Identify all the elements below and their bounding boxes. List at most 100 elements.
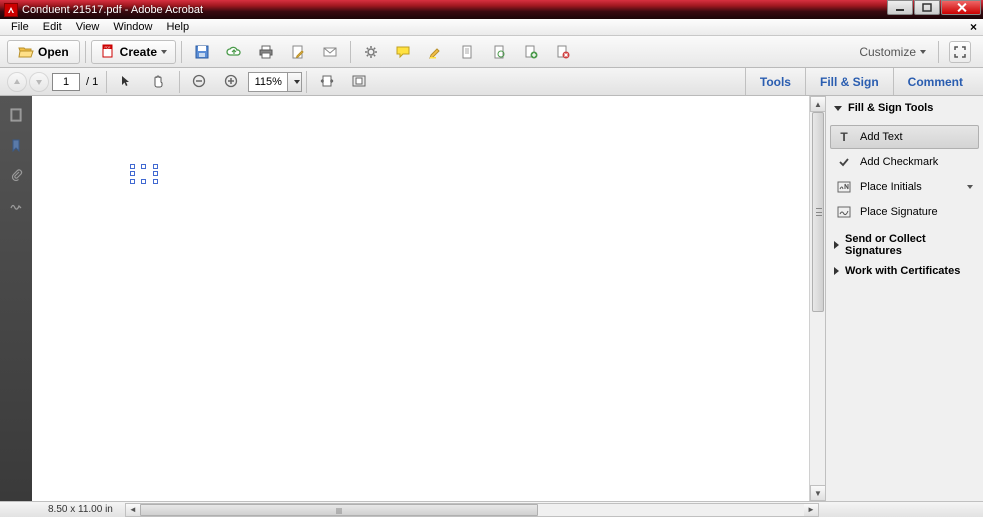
text-field-selection[interactable] [132, 166, 156, 182]
signatures-button[interactable] [4, 193, 28, 217]
tab-fill-sign[interactable]: Fill & Sign [805, 68, 893, 95]
thumbnails-icon [9, 108, 23, 122]
fit-page-button[interactable] [344, 70, 374, 94]
scroll-right-button[interactable]: ► [804, 504, 818, 516]
fit-width-button[interactable] [312, 70, 342, 94]
menu-window[interactable]: Window [106, 20, 159, 34]
cursor-icon [119, 74, 135, 90]
email-button[interactable] [315, 40, 345, 64]
edit-page-button[interactable] [283, 40, 313, 64]
caret-down-icon [920, 50, 926, 54]
panel-header-fill-sign-tools[interactable]: Fill & Sign Tools [826, 96, 983, 120]
stamp-button[interactable] [484, 40, 514, 64]
fit-width-icon [319, 74, 335, 90]
caret-down-icon[interactable] [287, 73, 301, 91]
page-thumbnail-button[interactable] [452, 40, 482, 64]
paperclip-icon [9, 168, 23, 182]
page-icon [459, 44, 475, 60]
scroll-up-button[interactable]: ▲ [810, 96, 825, 112]
bookmark-icon [9, 138, 23, 152]
document-area[interactable]: ▲ ▼ [32, 96, 825, 501]
page-x-icon [555, 44, 571, 60]
menu-help[interactable]: Help [159, 20, 196, 34]
signature-icon [9, 198, 23, 212]
menu-file[interactable]: File [4, 20, 36, 34]
menubar: File Edit View Window Help × [0, 19, 983, 36]
workspace: ▲ ▼ Fill & Sign Tools T Add Text Add Che… [0, 96, 983, 501]
caret-right-icon [834, 267, 839, 275]
tab-comment[interactable]: Comment [893, 68, 977, 95]
page-up-button[interactable] [7, 72, 27, 92]
place-initials-tool[interactable]: Place Initials [830, 175, 979, 199]
highlight-button[interactable] [420, 40, 450, 64]
scroll-left-button[interactable]: ◄ [126, 504, 140, 516]
navigation-pane [0, 96, 32, 501]
scroll-down-button[interactable]: ▼ [810, 485, 825, 501]
gear-icon [363, 44, 379, 60]
open-button[interactable]: Open [7, 40, 80, 64]
create-button[interactable]: PDF Create [91, 40, 176, 64]
minus-icon [192, 74, 208, 90]
scroll-thumb[interactable] [812, 112, 824, 312]
maximize-button[interactable] [914, 0, 940, 15]
create-pdf-icon: PDF [100, 44, 116, 60]
print-button[interactable] [251, 40, 281, 64]
place-signature-tool[interactable]: Place Signature [830, 200, 979, 224]
caret-right-icon [834, 241, 839, 249]
cloud-button[interactable] [219, 40, 249, 64]
select-tool-button[interactable] [112, 70, 142, 94]
zoom-out-button[interactable] [185, 70, 215, 94]
plus-icon [224, 74, 240, 90]
horizontal-scrollbar[interactable]: ◄ ► [125, 503, 819, 517]
window-title: Conduent 21517.pdf - Adobe Acrobat [22, 4, 203, 16]
cloud-icon [226, 44, 242, 60]
tab-tools[interactable]: Tools [745, 68, 805, 95]
page-thumbnails-button[interactable] [4, 103, 28, 127]
caret-down-icon [967, 185, 973, 189]
save-button[interactable] [187, 40, 217, 64]
vertical-scrollbar[interactable]: ▲ ▼ [809, 96, 825, 501]
page-plus-icon [523, 44, 539, 60]
window-titlebar: Conduent 21517.pdf - Adobe Acrobat [0, 0, 983, 19]
delete-page-button[interactable] [548, 40, 578, 64]
envelope-icon [322, 44, 338, 60]
menu-view[interactable]: View [69, 20, 107, 34]
customize-button[interactable]: Customize [851, 41, 934, 63]
page-down-button[interactable] [29, 72, 49, 92]
folder-open-icon [18, 44, 34, 60]
close-button[interactable] [941, 0, 981, 15]
reading-mode-button[interactable] [949, 41, 971, 63]
bookmarks-button[interactable] [4, 133, 28, 157]
zoom-in-button[interactable] [217, 70, 247, 94]
app-icon [4, 3, 18, 17]
minimize-button[interactable] [887, 0, 913, 15]
attachments-button[interactable] [4, 163, 28, 187]
expand-icon [954, 46, 966, 58]
toolbar-main: Open PDF Create Customize [0, 36, 983, 68]
document-close-button[interactable]: × [970, 20, 977, 34]
scroll-thumb[interactable] [140, 504, 538, 516]
zoom-select[interactable]: 115% [248, 72, 302, 92]
caret-down-icon [834, 106, 842, 111]
svg-text:T: T [840, 130, 848, 144]
add-checkmark-tool[interactable]: Add Checkmark [830, 150, 979, 174]
add-page-button[interactable] [516, 40, 546, 64]
panel-section-certificates[interactable]: Work with Certificates [826, 261, 983, 281]
page-number-input[interactable] [52, 73, 80, 91]
hand-tool-button[interactable] [144, 70, 174, 94]
panel-section-send-collect[interactable]: Send or Collect Signatures [826, 229, 983, 261]
page-dimensions-label: 8.50 x 11.00 in [0, 504, 113, 515]
document-page[interactable] [46, 96, 825, 501]
svg-text:PDF: PDF [104, 45, 110, 49]
page-edit-icon [290, 44, 306, 60]
highlight-icon [427, 44, 443, 60]
print-icon [258, 44, 274, 60]
settings-button[interactable] [356, 40, 386, 64]
speech-bubble-icon [395, 44, 411, 60]
comment-bubble-button[interactable] [388, 40, 418, 64]
initials-icon [836, 180, 852, 194]
fit-page-icon [351, 74, 367, 90]
add-text-tool[interactable]: T Add Text [830, 125, 979, 149]
hand-icon [151, 74, 167, 90]
menu-edit[interactable]: Edit [36, 20, 69, 34]
